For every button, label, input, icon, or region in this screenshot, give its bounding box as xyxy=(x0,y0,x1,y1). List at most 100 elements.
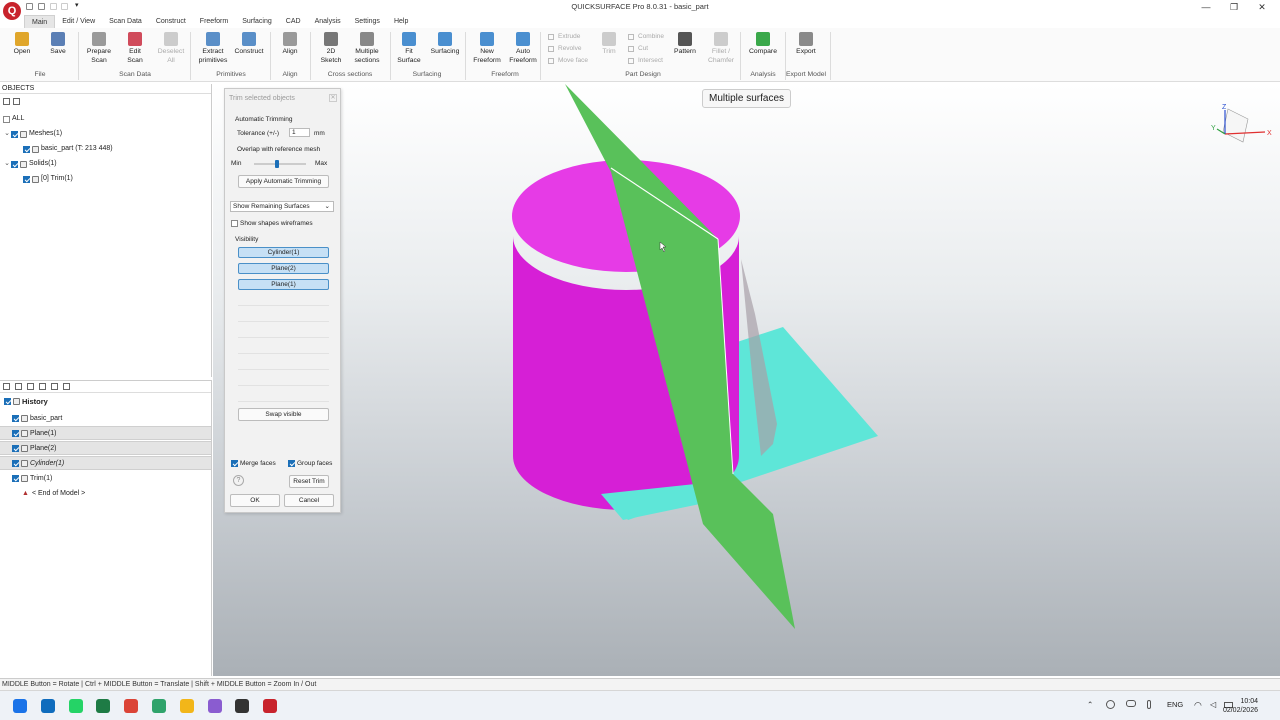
history-checkbox[interactable] xyxy=(4,398,11,405)
ok-button[interactable]: OK xyxy=(230,494,280,507)
extract-primitives-button[interactable]: Extract primitives xyxy=(193,32,233,65)
menu-tab-help[interactable]: Help xyxy=(387,15,415,28)
history-item-checkbox[interactable] xyxy=(12,429,19,437)
compare-button[interactable]: Compare xyxy=(743,32,783,57)
tree-item-checkbox[interactable] xyxy=(3,115,10,123)
history-item-checkbox[interactable] xyxy=(12,474,19,482)
3d-scene[interactable]: X Z Y xyxy=(213,84,1280,676)
fit-surface-button[interactable]: Fit Surface xyxy=(389,32,429,65)
visibility-item-cylinder-1[interactable]: Cylinder(1) xyxy=(238,247,329,258)
prepare-scan-button[interactable]: Prepare Scan xyxy=(79,32,119,65)
wifi-icon[interactable]: ◠ xyxy=(1194,700,1202,711)
tree-item-0-trim-1[interactable]: [0] Trim(1) xyxy=(23,173,73,185)
history-item-plane-1[interactable]: Plane(1) xyxy=(0,426,211,440)
tray-chevron-up-icon[interactable]: ⌃ xyxy=(1087,700,1093,709)
merge-faces-checkbox[interactable] xyxy=(231,460,238,467)
group-faces-row[interactable]: Group faces xyxy=(288,460,332,467)
maximize-button[interactable]: ❐ xyxy=(1220,0,1248,14)
system-clock[interactable]: 10:04 02/02/2026 xyxy=(1223,697,1258,715)
tree-item-meshes-1[interactable]: ⌄ Meshes(1) xyxy=(3,128,62,140)
pattern-button[interactable]: Pattern xyxy=(665,32,705,57)
swap-visible-button[interactable]: Swap visible xyxy=(238,408,329,421)
history-item-trim-1[interactable]: Trim(1) xyxy=(0,471,211,485)
minimize-button[interactable]: — xyxy=(1192,0,1220,14)
expand-all-icon[interactable] xyxy=(3,98,10,105)
menu-tab-scan-data[interactable]: Scan Data xyxy=(102,15,149,28)
tree-item-checkbox[interactable] xyxy=(23,145,30,153)
tree-item-checkbox[interactable] xyxy=(11,160,18,168)
wireframes-checkbox[interactable] xyxy=(231,220,238,227)
microphone-icon[interactable] xyxy=(1147,700,1151,709)
open-button[interactable]: Open xyxy=(2,32,42,57)
menu-tab-surfacing[interactable]: Surfacing xyxy=(235,15,279,28)
menu-tab-main[interactable]: Main xyxy=(24,15,56,28)
filter-icon[interactable] xyxy=(13,98,20,105)
davinci-icon[interactable] xyxy=(235,699,250,713)
apply-automatic-trimming-button[interactable]: Apply Automatic Trimming xyxy=(238,175,329,188)
history-item-end-of-model[interactable]: ▲ < End of Model > xyxy=(0,486,211,500)
3d-viewport[interactable]: X Z Y Multiple surfaces xyxy=(213,84,1280,676)
history-item-checkbox[interactable] xyxy=(12,414,19,422)
history-item-plane-2[interactable]: Plane(2) xyxy=(0,441,211,455)
menu-tab-settings[interactable]: Settings xyxy=(348,15,387,28)
excel-icon[interactable] xyxy=(96,699,111,713)
chrome-icon[interactable] xyxy=(124,699,139,713)
history-filter-icon[interactable] xyxy=(39,383,46,390)
cancel-button[interactable]: Cancel xyxy=(284,494,334,507)
menu-tab-cad[interactable]: CAD xyxy=(279,15,308,28)
tree-view-icon[interactable] xyxy=(15,383,22,390)
visual-studio-icon[interactable] xyxy=(207,699,222,713)
overlap-slider-thumb[interactable] xyxy=(275,160,280,168)
file-explorer-icon[interactable] xyxy=(179,699,194,713)
tree-item-all[interactable]: ALL xyxy=(3,113,24,125)
tolerance-input[interactable]: 1 xyxy=(289,128,310,137)
whatsapp-icon[interactable] xyxy=(68,699,83,713)
tree-item-checkbox[interactable] xyxy=(23,175,30,183)
cloud-icon[interactable] xyxy=(1126,700,1136,707)
tree-item-solids-1[interactable]: ⌄ Solids(1) xyxy=(3,158,57,170)
new-freeform-button[interactable]: New Freeform xyxy=(467,32,507,65)
reset-trim-button[interactable]: Reset Trim xyxy=(289,475,329,488)
visibility-item-plane-1[interactable]: Plane(1) xyxy=(238,279,329,290)
edit-scan-button[interactable]: Edit Scan xyxy=(115,32,155,65)
quicksurface-icon[interactable] xyxy=(263,699,278,713)
dialog-close-icon[interactable]: ✕ xyxy=(329,94,337,102)
camtasia-icon[interactable] xyxy=(152,699,166,713)
menu-tab-freeform[interactable]: Freeform xyxy=(193,15,235,28)
construct-button[interactable]: Construct xyxy=(229,32,269,57)
menu-tab-analysis[interactable]: Analysis xyxy=(308,15,348,28)
expand-chevron-icon[interactable]: ⌄ xyxy=(3,128,11,140)
step-forward-icon[interactable] xyxy=(27,383,34,390)
menu-tab-edit-view[interactable]: Edit / View xyxy=(55,15,102,28)
wireframes-row[interactable]: Show shapes wireframes xyxy=(231,220,313,227)
network-settings-icon[interactable] xyxy=(1106,700,1115,709)
help-icon[interactable]: ? xyxy=(233,475,244,486)
history-item-checkbox[interactable] xyxy=(12,459,19,467)
2d-sketch-button[interactable]: 2D Sketch xyxy=(311,32,351,65)
group-faces-checkbox[interactable] xyxy=(288,460,295,467)
list-view-icon[interactable] xyxy=(3,383,10,390)
auto-freeform-button[interactable]: Auto Freeform xyxy=(503,32,543,65)
close-button[interactable]: ✕ xyxy=(1248,0,1276,14)
history-item-cylinder-1[interactable]: Cylinder(1) xyxy=(0,456,211,470)
save-button[interactable]: Save xyxy=(38,32,78,57)
axis-triad[interactable] xyxy=(1216,108,1266,143)
windows-start-icon[interactable] xyxy=(13,699,27,713)
volume-icon[interactable]: ◁ xyxy=(1210,700,1216,709)
first-step-icon[interactable] xyxy=(51,383,58,390)
surfacing-button[interactable]: Surfacing xyxy=(425,32,465,57)
multiple-sections-button[interactable]: Multiple sections xyxy=(347,32,387,65)
last-step-icon[interactable] xyxy=(63,383,70,390)
tree-item-checkbox[interactable] xyxy=(11,130,18,138)
merge-faces-row[interactable]: Merge faces xyxy=(231,460,276,467)
tree-item-basic-part-t-213-448[interactable]: basic_part (T: 213 448) xyxy=(23,143,113,155)
overlap-slider[interactable] xyxy=(254,163,306,165)
menu-tab-construct[interactable]: Construct xyxy=(149,15,193,28)
visibility-item-plane-2[interactable]: Plane(2) xyxy=(238,263,329,274)
language-indicator[interactable]: ENG xyxy=(1167,700,1183,709)
history-item-checkbox[interactable] xyxy=(12,444,19,452)
align-button[interactable]: Align xyxy=(270,32,310,57)
export-button[interactable]: Export xyxy=(786,32,826,57)
expand-chevron-icon[interactable]: ⌄ xyxy=(3,158,11,170)
outlook-icon[interactable] xyxy=(40,699,55,713)
